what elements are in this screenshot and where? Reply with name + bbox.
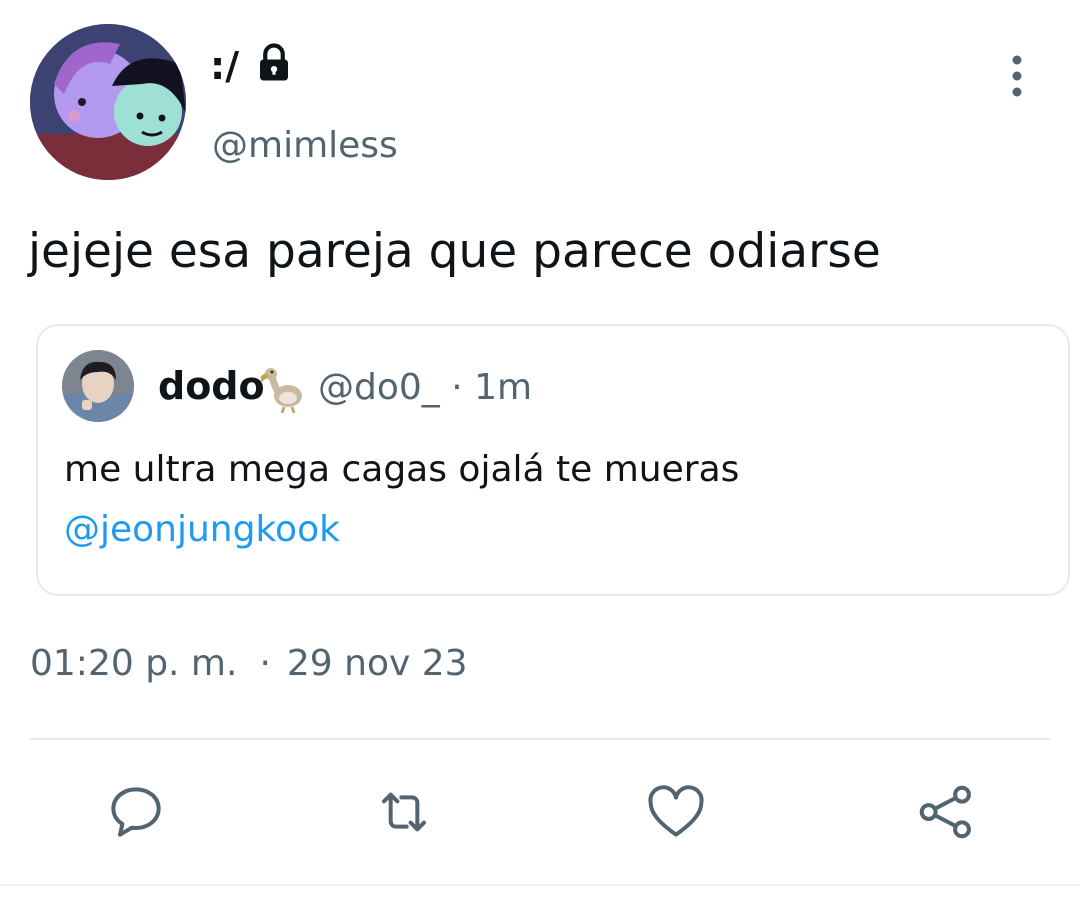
actions-divider [30,738,1050,740]
author-display-name-row: :/ [210,42,295,90]
metadata-separator: · [259,643,271,684]
tweet-timestamp[interactable]: 01:20 p. m. [30,643,237,684]
author-display-name[interactable]: :/ [210,47,239,85]
quoted-handle-and-time[interactable]: @do0_ · 1m [318,368,532,408]
avatar-illustration [30,24,186,180]
quoted-mention-link[interactable]: @jeonjungkook [64,508,340,551]
tweet-text: jejeje esa pareja que parece odiarse [28,224,881,279]
quoted-display-name[interactable]: dodo [158,365,265,408]
tweet-date[interactable]: 29 nov 23 [287,643,468,684]
bottom-divider [0,884,1080,886]
lock-icon [253,42,295,90]
quoted-author-avatar[interactable] [62,350,134,422]
heart-icon[interactable] [644,780,708,844]
share-icon[interactable] [914,780,978,844]
dodo-bird-icon [258,364,308,414]
author-handle[interactable]: @mimless [212,128,398,164]
retweet-icon[interactable] [372,780,436,844]
author-avatar[interactable] [30,24,186,180]
quoted-tweet-text: me ultra mega cagas ojalá te mueras [64,449,740,490]
reply-icon[interactable] [104,780,168,844]
photo-avatar [62,350,134,422]
more-vertical-icon[interactable] [1005,54,1029,98]
tweet-metadata: 01:20 p. m. · 29 nov 23 [30,644,468,684]
